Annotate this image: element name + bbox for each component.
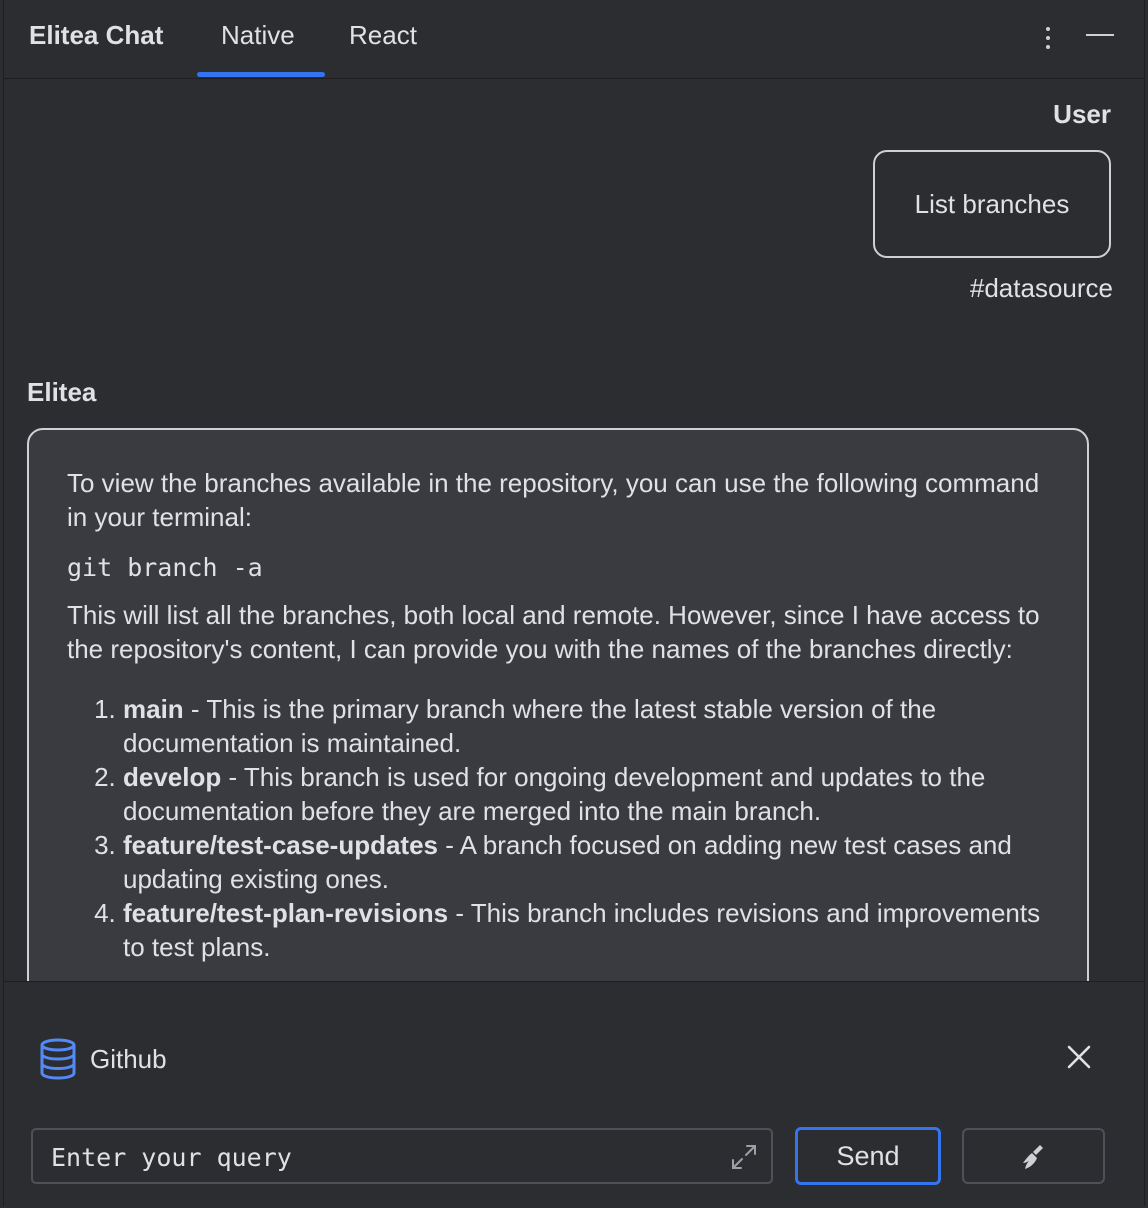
send-button[interactable]: Send xyxy=(795,1127,941,1185)
query-field[interactable] xyxy=(31,1128,773,1184)
close-icon[interactable] xyxy=(1066,1044,1092,1070)
bot-message-bubble: To view the branches available in the re… xyxy=(27,428,1089,981)
tab-react[interactable]: React xyxy=(349,20,417,51)
branch-name: main xyxy=(123,694,184,724)
datasource-name: Github xyxy=(90,1044,167,1074)
list-item: develop - This branch is used for ongoin… xyxy=(123,760,1047,828)
list-item: feature/test-plan-revisions - This branc… xyxy=(123,896,1047,964)
user-label: User xyxy=(1053,99,1111,129)
expand-icon[interactable] xyxy=(729,1142,759,1172)
branch-name: feature/test-plan-revisions xyxy=(123,898,449,928)
minimize-icon[interactable] xyxy=(1086,34,1114,36)
list-item: feature/test-case-updates - A branch foc… xyxy=(123,828,1047,896)
list-item: main - This is the primary branch where … xyxy=(123,692,1047,760)
clear-chat-button[interactable] xyxy=(962,1128,1105,1184)
bot-explanation-text: This will list all the branches, both lo… xyxy=(67,600,1040,664)
app-title: Elitea Chat xyxy=(29,20,164,50)
code-snippet: git branch -a xyxy=(67,553,263,582)
tab-native[interactable]: Native xyxy=(221,20,295,51)
datasource-tag: #datasource xyxy=(969,273,1113,303)
branch-list: main - This is the primary branch where … xyxy=(67,692,1047,964)
composer-panel: Github Send xyxy=(4,981,1144,1208)
bot-intro-text: To view the branches available in the re… xyxy=(67,468,1040,532)
vertical-dots-icon[interactable] xyxy=(1038,24,1058,52)
database-icon xyxy=(40,1038,76,1080)
tab-bar: Elitea Chat Native React xyxy=(4,0,1144,79)
branch-name: develop xyxy=(123,762,222,792)
bot-label: Elitea xyxy=(27,377,97,407)
user-message-text: List branches xyxy=(914,188,1070,219)
user-message-bubble: List branches xyxy=(873,150,1111,258)
branch-description: - This branch is used for ongoing develo… xyxy=(123,762,986,826)
active-tab-indicator xyxy=(197,72,325,77)
branch-name: feature/test-case-updates xyxy=(123,830,438,860)
chat-window: Elitea Chat Native React User List branc… xyxy=(3,0,1145,1208)
broom-icon xyxy=(1023,1145,1043,1169)
query-input[interactable] xyxy=(49,1138,713,1176)
chat-history[interactable]: User List branches #datasource Elitea To… xyxy=(4,79,1144,981)
branch-description: - This is the primary branch where the l… xyxy=(123,694,937,758)
send-button-label: Send xyxy=(836,1140,900,1171)
